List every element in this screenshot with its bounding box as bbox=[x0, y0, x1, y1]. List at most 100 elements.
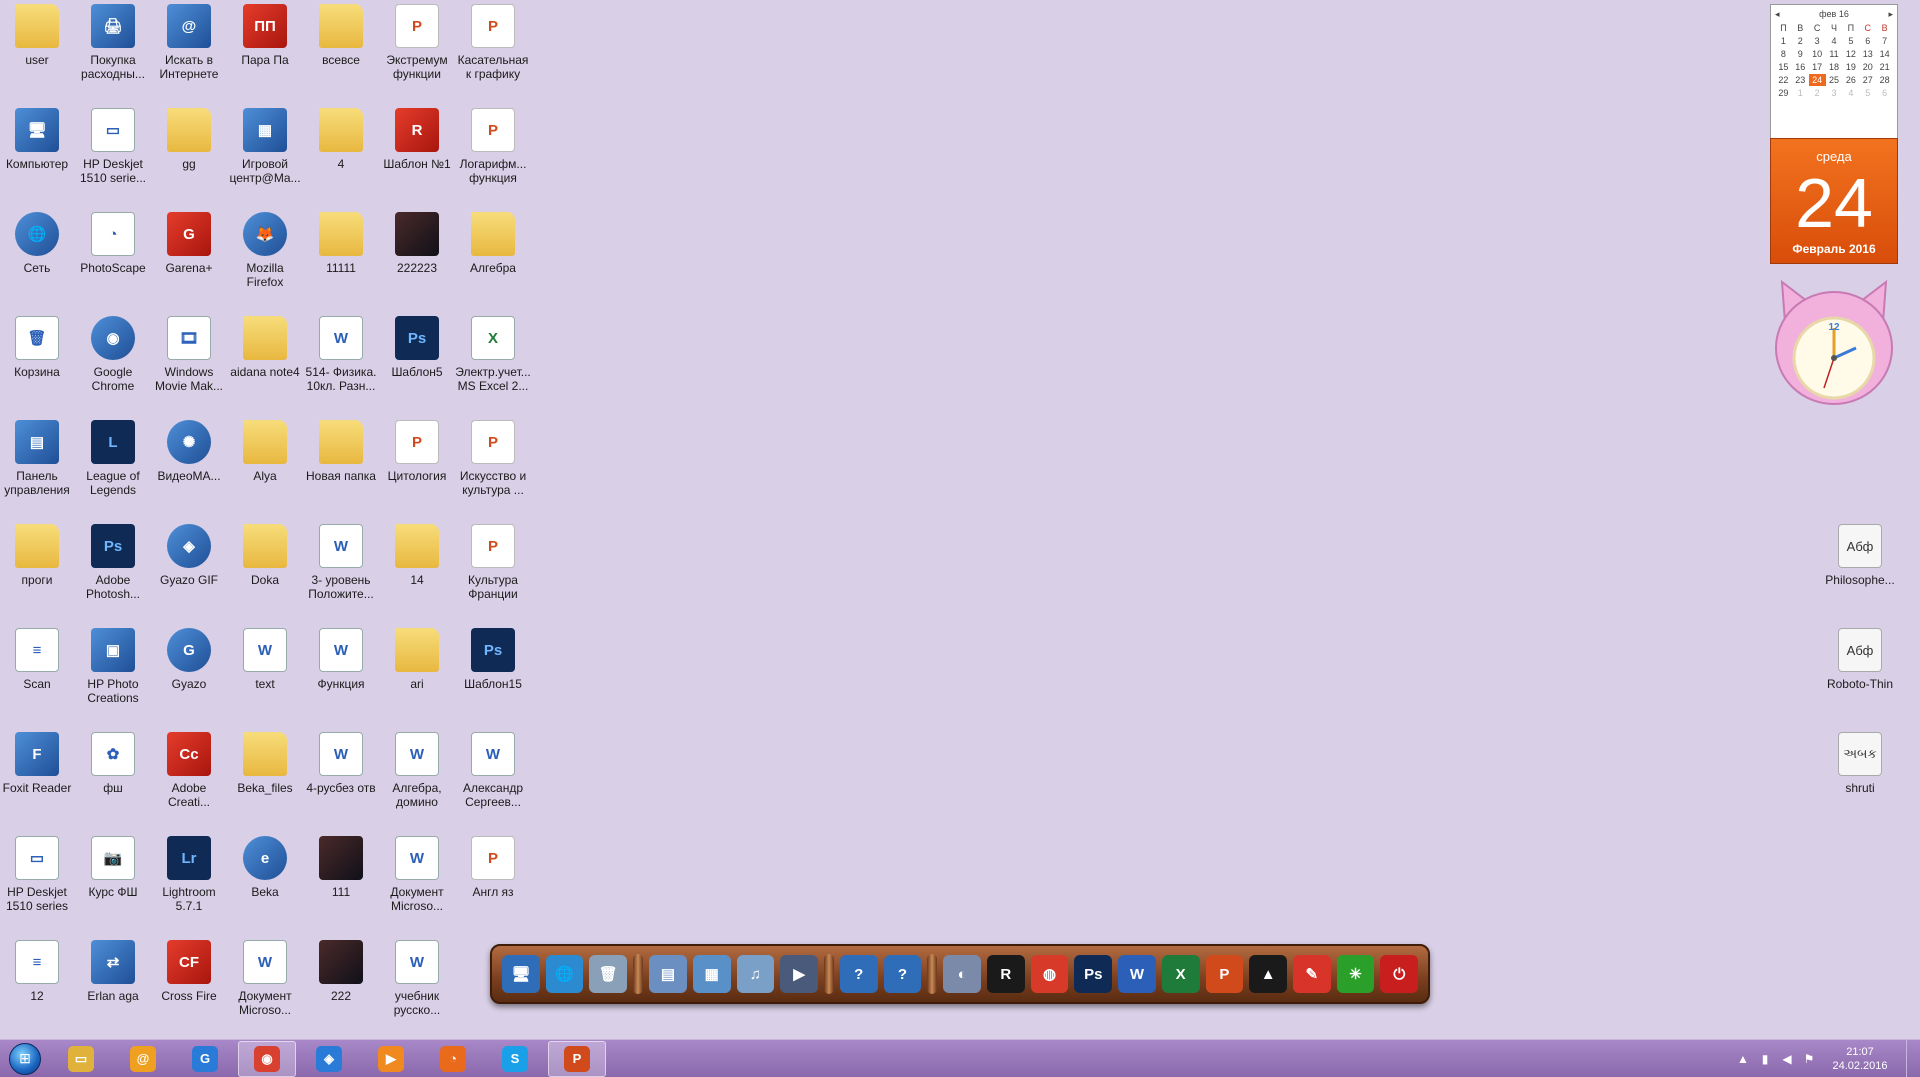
recycle-bin-icon[interactable]: 🗑 bbox=[589, 955, 628, 993]
taskbar-button[interactable]: ◔ bbox=[424, 1041, 482, 1077]
calendar-day[interactable]: 21 bbox=[1876, 61, 1893, 73]
font-file-item[interactable]: Абф Roboto-Thin bbox=[1824, 628, 1896, 691]
desktop-icon[interactable]: ◉ Google Chrome bbox=[77, 316, 149, 393]
desktop-icon[interactable]: user bbox=[1, 4, 73, 67]
desktop-icon[interactable]: G Garena+ bbox=[153, 212, 225, 275]
desktop-icon[interactable]: ◈ Gyazo GIF bbox=[153, 524, 225, 587]
calendar-day[interactable]: 6 bbox=[1876, 87, 1893, 99]
calendar-day[interactable]: 1 bbox=[1792, 87, 1809, 99]
desktop-icon[interactable]: F Foxit Reader bbox=[1, 732, 73, 795]
desktop-icon[interactable]: Новая папка bbox=[305, 420, 377, 483]
desktop-icon[interactable]: P Касательная к графику bbox=[457, 4, 529, 81]
next-month-icon[interactable]: ▸ bbox=[1888, 9, 1893, 20]
desktop-icon[interactable]: 4 bbox=[305, 108, 377, 171]
calendar-day[interactable]: 4 bbox=[1842, 87, 1859, 99]
calendar-day[interactable]: 3 bbox=[1826, 87, 1843, 99]
desktop-icon[interactable]: 14 bbox=[381, 524, 453, 587]
video-icon[interactable]: ▶ bbox=[780, 955, 818, 993]
clock-gadget[interactable]: 12 bbox=[1772, 278, 1896, 408]
desktop-icon[interactable]: Alya bbox=[229, 420, 301, 483]
desktop-icon[interactable]: W Документ Microso... bbox=[229, 940, 301, 1017]
calendar-day[interactable]: 17 bbox=[1809, 61, 1826, 73]
desktop-icon[interactable]: Lr Lightroom 5.7.1 bbox=[153, 836, 225, 913]
calendar-day[interactable]: 19 bbox=[1842, 61, 1859, 73]
desktop-icon[interactable]: L League of Legends bbox=[77, 420, 149, 497]
calendar-day[interactable]: 23 bbox=[1792, 74, 1809, 86]
desktop-icon[interactable]: 111 bbox=[305, 836, 377, 899]
desktop-icon[interactable]: ≡ 12 bbox=[1, 940, 73, 1003]
desktop-icon[interactable]: gg bbox=[153, 108, 225, 171]
action-center-flag-icon[interactable]: ⚑ bbox=[1798, 1052, 1820, 1066]
calendar-day[interactable]: 25 bbox=[1826, 74, 1843, 86]
excel-icon[interactable]: X bbox=[1161, 955, 1200, 993]
desktop-icon[interactable]: aidana note4 bbox=[229, 316, 301, 379]
desktop-icon[interactable]: X Электр.учет... MS Excel 2... bbox=[455, 316, 531, 393]
disc-icon[interactable]: ◐ bbox=[943, 955, 981, 993]
desktop-icon[interactable]: Wtext bbox=[229, 628, 301, 691]
desktop-icon[interactable]: 🌐 Сеть bbox=[1, 212, 73, 275]
calendar-day[interactable]: 5 bbox=[1842, 35, 1859, 47]
desktop-icon[interactable]: W Документ Microso... bbox=[381, 836, 453, 913]
desktop-icon[interactable]: 11111 bbox=[305, 212, 377, 275]
desktop-icon[interactable]: @ Искать в Интернете bbox=[153, 4, 225, 81]
calendar-day[interactable]: 22 bbox=[1775, 74, 1792, 86]
start-button[interactable]: ⊞ bbox=[0, 1040, 50, 1077]
desktop-icon[interactable]: всевсе bbox=[305, 4, 377, 67]
taskbar-button[interactable]: ◈ bbox=[300, 1041, 358, 1077]
desktop-icon[interactable]: G Gyazo bbox=[153, 628, 225, 691]
calendar-day[interactable]: 1 bbox=[1775, 35, 1792, 47]
taskbar-button[interactable]: ▭ bbox=[52, 1041, 110, 1077]
calendar-day[interactable]: 2 bbox=[1792, 35, 1809, 47]
desktop-icon[interactable]: Doka bbox=[229, 524, 301, 587]
chart-app-icon[interactable]: ◍ bbox=[1030, 955, 1069, 993]
calendar-day[interactable]: 13 bbox=[1859, 48, 1876, 60]
calendar-day[interactable]: 12 bbox=[1842, 48, 1859, 60]
utorrent-icon[interactable]: ✳ bbox=[1336, 955, 1375, 993]
desktop-icon[interactable]: W 4-русбез отв bbox=[305, 732, 377, 795]
desktop-icon[interactable]: W Функция bbox=[305, 628, 377, 691]
calendar-day[interactable]: 11 bbox=[1826, 48, 1843, 60]
calendar-day[interactable]: 24 bbox=[1808, 74, 1826, 86]
calendar-day[interactable]: 10 bbox=[1809, 48, 1826, 60]
desktop-icon[interactable]: P Цитология bbox=[381, 420, 453, 483]
desktop-icon[interactable]: 🎞 Windows Movie Mak... bbox=[153, 316, 225, 393]
desktop-icon[interactable]: 🖥 Компьютер bbox=[1, 108, 73, 171]
volume-icon[interactable]: ◀ bbox=[1776, 1052, 1798, 1066]
desktop-icon[interactable]: 📷 Курс ФШ bbox=[77, 836, 149, 899]
calendar-day[interactable]: 2 bbox=[1809, 87, 1826, 99]
power-icon[interactable]: ⏻ bbox=[1380, 955, 1419, 993]
network-signal-icon[interactable]: ▮ bbox=[1754, 1052, 1776, 1066]
help-icon[interactable]: ? bbox=[883, 955, 922, 993]
desktop-icon[interactable]: Cc Adobe Creati... bbox=[153, 732, 225, 809]
taskbar-button[interactable]: ◉ bbox=[238, 1040, 296, 1077]
desktop-icon[interactable]: ▭ HP Deskjet 1510 series bbox=[1, 836, 73, 913]
taskbar-button[interactable]: P bbox=[548, 1040, 606, 1077]
calendar-day[interactable]: 3 bbox=[1809, 35, 1826, 47]
desktop-icon[interactable]: 222 bbox=[305, 940, 377, 1003]
desktop-icon[interactable]: ▣ HP Photo Creations bbox=[77, 628, 149, 705]
desktop-icon[interactable]: ПП Пара Па bbox=[229, 4, 301, 67]
desktop-icon[interactable]: W 514- Физика. 10кл. Разн... bbox=[305, 316, 377, 393]
desktop-icon[interactable]: Ps Adobe Photosh... bbox=[77, 524, 149, 601]
show-desktop-button[interactable] bbox=[1906, 1040, 1920, 1077]
taskbar-button[interactable]: G bbox=[176, 1041, 234, 1077]
help-icon[interactable]: ? bbox=[839, 955, 878, 993]
desktop-icon[interactable]: Ps Шаблон15 bbox=[457, 628, 529, 691]
show-hidden-icon[interactable]: ▲ bbox=[1732, 1052, 1754, 1066]
prev-month-icon[interactable]: ◂ bbox=[1775, 9, 1780, 20]
desktop-icon[interactable]: CF Cross Fire bbox=[153, 940, 225, 1003]
word-icon[interactable]: W bbox=[1118, 955, 1156, 993]
calendar-day[interactable]: 8 bbox=[1775, 48, 1792, 60]
desktop-icon[interactable]: P Логарифм... функция bbox=[457, 108, 529, 185]
desktop-icon[interactable]: P Экстремум функции bbox=[381, 4, 453, 81]
calendar-day[interactable]: 9 bbox=[1792, 48, 1809, 60]
desktop-icon[interactable]: P Англ яз bbox=[457, 836, 529, 899]
calendar-day[interactable]: 4 bbox=[1826, 35, 1843, 47]
calendar-day[interactable]: 6 bbox=[1859, 35, 1876, 47]
documents-icon[interactable]: ▤ bbox=[649, 955, 687, 993]
powerpoint-icon[interactable]: P bbox=[1205, 955, 1244, 993]
desktop-icon[interactable]: ≡ Scan bbox=[1, 628, 73, 691]
desktop-icon[interactable]: e Beka bbox=[229, 836, 301, 899]
desktop-icon[interactable]: ▦ Игровой центр@Ma... bbox=[229, 108, 301, 185]
calendar-day[interactable]: 18 bbox=[1826, 61, 1843, 73]
